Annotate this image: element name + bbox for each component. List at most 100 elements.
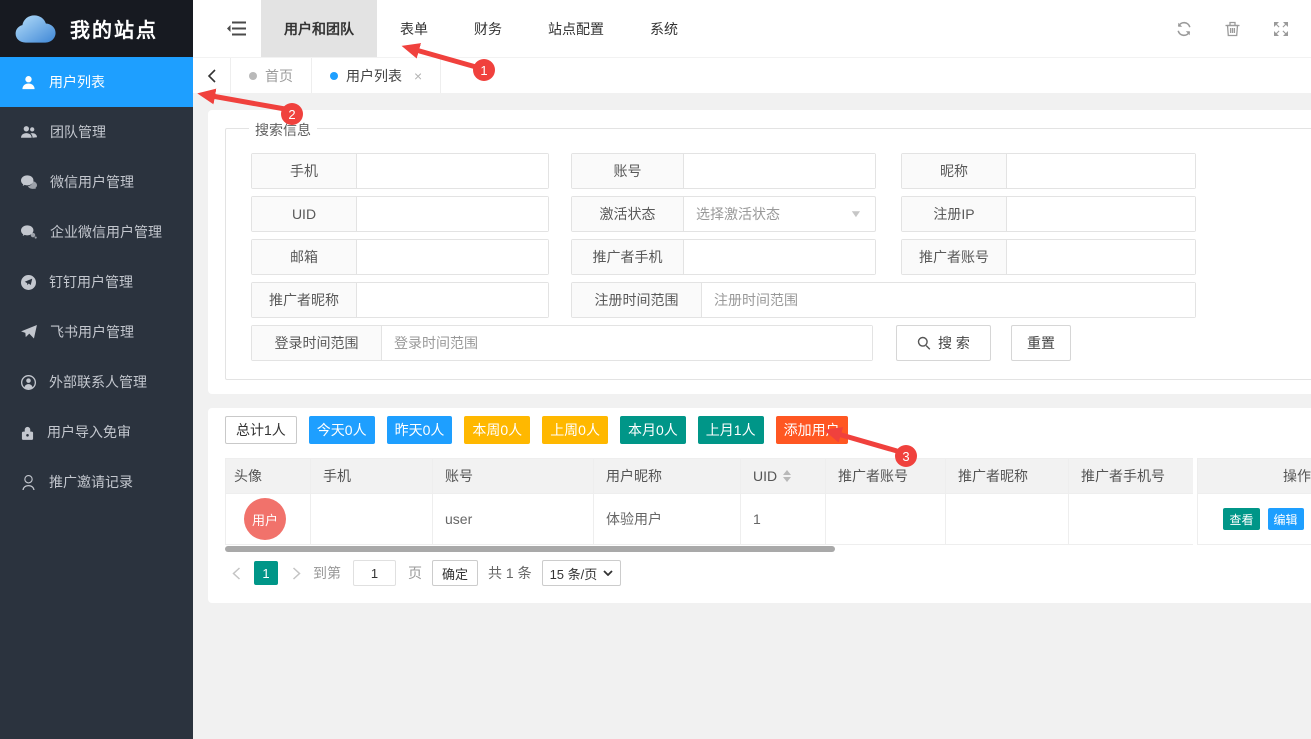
chevron-down-icon: ▼ [849,209,863,220]
sidebar-item-user-list[interactable]: 用户列表 [0,57,193,107]
col-uid[interactable]: UID [740,458,825,494]
tab-finance[interactable]: 财务 [451,0,525,57]
top-nav-tabs: 用户和团队 表单 财务 站点配置 系统 [261,0,701,57]
goto-suffix: 页 [408,563,422,583]
login-time-range-input[interactable] [382,326,872,360]
col-actions: 操作 [1197,458,1311,494]
stat-total-button[interactable]: 总计1人 [225,416,297,444]
account-input[interactable] [684,154,875,188]
fullscreen-icon[interactable] [1273,21,1289,37]
site-name: 我的站点 [70,14,158,43]
promoter-mobile-input[interactable] [684,240,875,274]
content-area: 搜索信息 手机 账号 昵称 [193,93,1311,739]
horizontal-scrollbar[interactable] [225,546,835,552]
page-size-select[interactable]: 15 条/页 [542,560,622,586]
search-fieldset: 搜索信息 手机 账号 昵称 [225,128,1311,380]
field-login-time-range: 登录时间范围 [251,325,873,361]
sidebar-item-wechat-users[interactable]: 微信用户管理 [0,157,193,207]
tab-dot [249,72,257,80]
tab-system[interactable]: 系统 [627,0,701,57]
add-user-button[interactable]: 添加用户 [776,416,848,444]
sidebar-item-external-contacts[interactable]: 外部联系人管理 [0,357,193,407]
field-mobile: 手机 [251,153,549,189]
user-table: 头像 手机 账号 用户昵称 UID 推广者账号 推广者昵称 推广者手机号 操作 … [225,458,1311,552]
sidebar-menu: 用户列表 团队管理 微信用户管理 企业微信用户管理 钉钉用户管理 飞书用户管理 … [0,57,193,507]
cloud-icon [14,12,58,46]
sidebar-toggle-icon[interactable] [211,0,261,57]
field-account: 账号 [571,153,876,189]
reg-time-range-input[interactable] [702,283,1195,317]
next-page-icon[interactable] [285,567,307,580]
stat-today-button[interactable]: 今天0人 [309,416,375,444]
sidebar-item-dingtalk-users[interactable]: 钉钉用户管理 [0,257,193,307]
goto-prefix: 到第 [313,563,341,583]
uid-input[interactable] [357,197,548,231]
field-reg-time-range: 注册时间范围 [571,282,1196,318]
trash-icon[interactable] [1225,21,1240,37]
confirm-button[interactable]: 确定 [432,560,478,586]
mobile-input[interactable] [357,154,548,188]
current-page[interactable]: 1 [254,561,278,585]
stat-yesterday-button[interactable]: 昨天0人 [387,416,453,444]
view-button[interactable]: 查看 [1223,508,1259,530]
tab-forms[interactable]: 表单 [377,0,451,57]
sidebar-item-feishu-users[interactable]: 飞书用户管理 [0,307,193,357]
col-promoter-nickname: 推广者昵称 [945,458,1068,494]
edit-button[interactable]: 编辑 [1268,508,1304,530]
reset-button[interactable]: 重置 [1011,325,1071,361]
field-nickname: 昵称 [901,153,1196,189]
table-header-row: 头像 手机 账号 用户昵称 UID 推广者账号 推广者昵称 推广者手机号 操作 [225,458,1311,494]
stat-this-week-button[interactable]: 本周0人 [464,416,530,444]
search-legend: 搜索信息 [249,120,317,140]
search-button[interactable]: 搜 索 [896,325,991,361]
close-icon[interactable]: × [414,68,422,84]
goto-page-input[interactable] [353,560,396,586]
stat-last-week-button[interactable]: 上周0人 [542,416,608,444]
field-active-status: 激活状态 选择激活状态 ▼ [571,196,876,232]
tab-users-teams[interactable]: 用户和团队 [261,0,377,57]
col-mobile: 手机 [310,458,432,494]
top-navbar: 用户和团队 表单 财务 站点配置 系统 [193,0,1311,57]
promoter-nickname-input[interactable] [357,283,548,317]
refresh-icon[interactable] [1176,21,1192,37]
wechat-icon [21,175,37,189]
sort-icon[interactable] [783,470,791,482]
stat-this-month-button[interactable]: 本月0人 [620,416,686,444]
sidebar-item-invite-records[interactable]: 推广邀请记录 [0,457,193,507]
col-nickname: 用户昵称 [593,458,740,494]
reg-ip-input[interactable] [1007,197,1195,231]
sidebar-item-team[interactable]: 团队管理 [0,107,193,157]
sidebar-item-user-import[interactable]: 用户导入免审 [0,407,193,457]
stat-last-month-button[interactable]: 上月1人 [698,416,764,444]
user-icon [21,75,36,90]
tab-site-config[interactable]: 站点配置 [525,0,627,57]
email-input[interactable] [357,240,548,274]
prev-page-icon[interactable] [225,567,247,580]
page-tab-user-list[interactable]: 用户列表 × [312,58,441,93]
site-logo[interactable]: 我的站点 [0,0,193,57]
table-row: 用户 user 体验用户 1 查看 编辑 [225,494,1311,545]
promoter-account-input[interactable] [1007,240,1195,274]
col-promoter-mobile: 推广者手机号 [1068,458,1193,494]
search-panel: 搜索信息 手机 账号 昵称 [208,110,1311,394]
field-promoter-account: 推广者账号 [901,239,1196,275]
paper-plane-icon [21,325,37,339]
page-tab-home[interactable]: 首页 [230,58,312,93]
stats-row: 总计1人 今天0人 昨天0人 本周0人 上周0人 本月0人 上月1人 添加用户 [225,416,1311,444]
field-uid: UID [251,196,549,232]
col-avatar: 头像 [225,458,310,494]
users-icon [21,125,37,139]
chevron-left-icon[interactable] [193,58,230,93]
contact-circle-icon [21,375,36,390]
nickname-input[interactable] [1007,154,1195,188]
total-count: 共 1 条 [488,563,532,583]
col-promoter-account: 推广者账号 [825,458,945,494]
sidebar: 我的站点 用户列表 团队管理 微信用户管理 企业微信用户管理 钉钉用户管理 飞书… [0,0,193,739]
field-promoter-mobile: 推广者手机 [571,239,876,275]
page-tabbar: 首页 用户列表 × [193,57,1311,93]
field-promoter-nickname: 推广者昵称 [251,282,549,318]
active-status-select[interactable]: 选择激活状态 ▼ [684,197,875,231]
col-account: 账号 [432,458,593,494]
sidebar-item-wework-users[interactable]: 企业微信用户管理 [0,207,193,257]
chevron-down-icon [603,570,613,576]
